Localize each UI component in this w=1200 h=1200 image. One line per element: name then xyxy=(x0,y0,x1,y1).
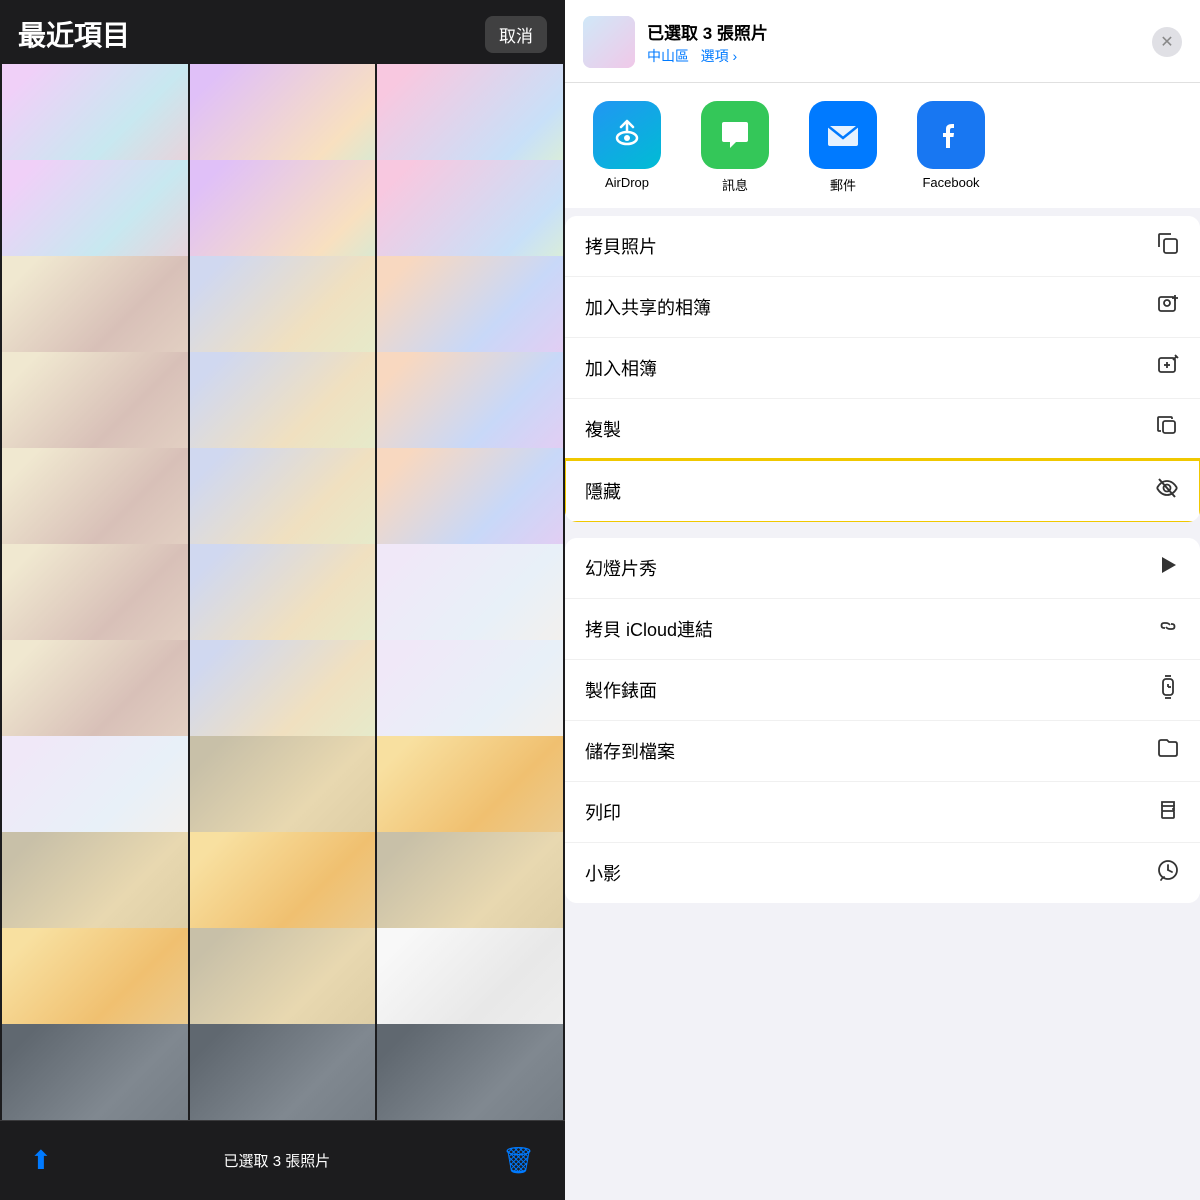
messages-label: 訊息 xyxy=(722,175,748,194)
action-duplicate[interactable]: 複製 xyxy=(565,399,1200,460)
action-save-files-label: 儲存到檔案 xyxy=(585,738,675,764)
action-add-shared-album[interactable]: 加入共享的相簿 xyxy=(565,277,1200,338)
action-slideshow[interactable]: 幻燈片秀 xyxy=(565,538,1200,599)
footer-label: 已選取 3 張照片 xyxy=(224,1150,331,1171)
action-print[interactable]: 列印 xyxy=(565,782,1200,843)
action-memories-label: 小影 xyxy=(585,860,621,886)
action-copy-photo-label: 拷貝照片 xyxy=(585,233,657,259)
share-thumbnail xyxy=(583,16,635,68)
mail-label: 郵件 xyxy=(830,175,856,194)
share-actions-group2: 幻燈片秀 拷貝 iCloud連結 製作錶面 xyxy=(565,538,1200,903)
action-duplicate-label: 複製 xyxy=(585,416,621,442)
photos-header: 最近項目 取消 xyxy=(0,0,565,62)
app-item-airdrop[interactable]: AirDrop xyxy=(577,101,677,194)
share-icon[interactable]: ⬆ xyxy=(30,1145,52,1176)
action-make-watch-face-label: 製作錶面 xyxy=(585,677,657,703)
action-add-album-label: 加入相簿 xyxy=(585,355,657,381)
action-add-album[interactable]: 加入相簿 xyxy=(565,338,1200,399)
share-header: 已選取 3 張照片 中山區 選項 › ✕ xyxy=(565,0,1200,83)
facebook-label: Facebook xyxy=(922,175,979,190)
app-item-mail[interactable]: 郵件 xyxy=(793,101,893,194)
action-save-files[interactable]: 儲存到檔案 xyxy=(565,721,1200,782)
slideshow-icon xyxy=(1156,553,1180,583)
facebook-icon xyxy=(917,101,985,169)
share-options-link[interactable]: 選項 › xyxy=(701,48,738,64)
photo-cell-32[interactable] xyxy=(190,1024,376,1120)
share-close-button[interactable]: ✕ xyxy=(1152,27,1182,57)
action-copy-icloud-label: 拷貝 iCloud連結 xyxy=(585,616,713,642)
app-item-facebook[interactable]: Facebook xyxy=(901,101,1001,194)
action-hide-label: 隱藏 xyxy=(585,478,621,504)
action-copy-photo[interactable]: 拷貝照片 xyxy=(565,216,1200,277)
share-actions-group1: 拷貝照片 加入共享的相簿 加入相簿 xyxy=(565,216,1200,522)
action-print-label: 列印 xyxy=(585,799,621,825)
hide-icon xyxy=(1154,475,1180,507)
save-files-icon xyxy=(1156,736,1180,766)
share-location: 中山區 xyxy=(647,48,689,64)
photos-panel: 最近項目 取消 ✓ ✓ ✓ xyxy=(0,0,565,1200)
action-hide[interactable]: 隱藏 xyxy=(565,460,1200,522)
action-memories[interactable]: 小影 xyxy=(565,843,1200,903)
photo-cell-31[interactable] xyxy=(2,1024,188,1120)
airdrop-label: AirDrop xyxy=(605,175,649,190)
share-apps-row: AirDrop 訊息 郵件 xyxy=(565,83,1200,216)
divider xyxy=(565,530,1200,538)
photos-footer: ⬆ 已選取 3 張照片 🗑 xyxy=(0,1120,565,1200)
add-shared-album-icon xyxy=(1156,292,1180,322)
print-icon xyxy=(1156,797,1180,827)
copy-icloud-icon xyxy=(1156,614,1180,644)
memories-icon xyxy=(1156,858,1180,888)
action-make-watch-face[interactable]: 製作錶面 xyxy=(565,660,1200,721)
cancel-button[interactable]: 取消 xyxy=(485,16,547,53)
duplicate-icon xyxy=(1156,414,1180,444)
share-subtitle: 中山區 選項 › xyxy=(647,46,1152,66)
photo-grid: ✓ ✓ ✓ xyxy=(0,62,565,1120)
photo-cell-33[interactable] xyxy=(377,1024,563,1120)
copy-photo-icon xyxy=(1156,231,1180,261)
share-title-block: 已選取 3 張照片 中山區 選項 › xyxy=(647,19,1152,66)
mail-icon xyxy=(809,101,877,169)
photos-title: 最近項目 xyxy=(18,14,130,54)
share-panel: 已選取 3 張照片 中山區 選項 › ✕ AirDrop xyxy=(565,0,1200,1200)
action-copy-icloud[interactable]: 拷貝 iCloud連結 xyxy=(565,599,1200,660)
share-title: 已選取 3 張照片 xyxy=(647,19,1152,44)
add-album-icon xyxy=(1156,353,1180,383)
trash-icon[interactable]: 🗑 xyxy=(502,1145,535,1176)
app-item-messages[interactable]: 訊息 xyxy=(685,101,785,194)
make-watch-face-icon xyxy=(1156,675,1180,705)
airdrop-icon xyxy=(593,101,661,169)
action-add-shared-album-label: 加入共享的相簿 xyxy=(585,294,711,320)
messages-icon xyxy=(701,101,769,169)
action-slideshow-label: 幻燈片秀 xyxy=(585,555,657,581)
